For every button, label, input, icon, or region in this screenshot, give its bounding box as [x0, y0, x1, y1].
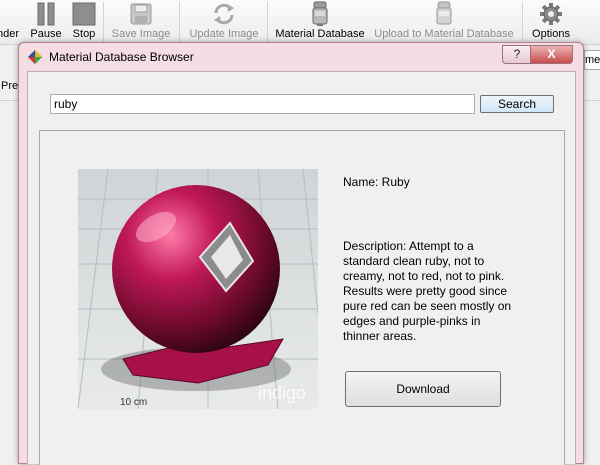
- floppy-disk-icon: [130, 0, 152, 28]
- material-details-panel: 10 cm indigo Name: Ruby Description: Att…: [39, 130, 565, 465]
- ruby-sphere: [112, 185, 280, 353]
- options-button[interactable]: Options: [530, 0, 572, 44]
- search-button[interactable]: Search: [480, 95, 554, 113]
- pause-label: Pause: [30, 28, 62, 40]
- options-label: Options: [532, 28, 570, 40]
- database-bottle-icon: [311, 0, 329, 28]
- toolbar-separator: [103, 2, 104, 42]
- material-database-button[interactable]: Material Database: [274, 0, 366, 44]
- database-upload-icon: [435, 0, 453, 28]
- pause-icon: [34, 0, 58, 28]
- download-button[interactable]: Download: [345, 371, 501, 407]
- app-diamond-icon: [28, 50, 42, 64]
- material-database-label: Material Database: [275, 28, 365, 40]
- refresh-arrows-icon: [212, 0, 236, 28]
- save-image-button[interactable]: Save Image: [110, 0, 172, 44]
- render-label: nder: [0, 28, 20, 40]
- upload-label: Upload to Material Database: [374, 28, 514, 40]
- background-divider: [584, 100, 600, 101]
- search-input[interactable]: [50, 94, 475, 114]
- dialog-titlebar[interactable]: Material Database Browser ? X: [19, 43, 583, 71]
- save-image-label: Save Image: [111, 28, 171, 40]
- background-field-fragment[interactable]: me: [584, 50, 600, 70]
- material-name: Name: Ruby: [343, 175, 410, 189]
- stop-icon: [72, 0, 96, 28]
- toolbar-separator: [267, 2, 268, 42]
- toolbar-separator: [522, 2, 523, 42]
- render-button[interactable]: nder: [0, 0, 22, 44]
- ruler-label: 10 cm: [120, 397, 147, 408]
- main-toolbar: nder Pause Stop Save Image Update Image …: [0, 0, 600, 45]
- watermark-text: indigo: [258, 383, 306, 403]
- toolbar-separator: [179, 2, 180, 42]
- material-description: Description: Attempt to a standard clean…: [343, 239, 512, 343]
- stop-label: Stop: [72, 28, 96, 40]
- update-image-button[interactable]: Update Image: [186, 0, 262, 44]
- dialog-client-area: Search: [27, 71, 576, 465]
- update-image-label: Update Image: [189, 28, 259, 40]
- dialog-title: Material Database Browser: [49, 50, 194, 64]
- pause-button[interactable]: Pause: [28, 0, 64, 44]
- help-button[interactable]: ?: [502, 45, 532, 64]
- material-database-browser-dialog: Material Database Browser ? X Search: [18, 42, 584, 465]
- gear-icon: [539, 0, 563, 28]
- material-preview-image: 10 cm indigo: [78, 169, 318, 409]
- stop-button[interactable]: Stop: [68, 0, 100, 44]
- upload-to-material-database-button[interactable]: Upload to Material Database: [373, 0, 515, 44]
- background-divider: [0, 100, 20, 101]
- close-button[interactable]: X: [530, 45, 573, 64]
